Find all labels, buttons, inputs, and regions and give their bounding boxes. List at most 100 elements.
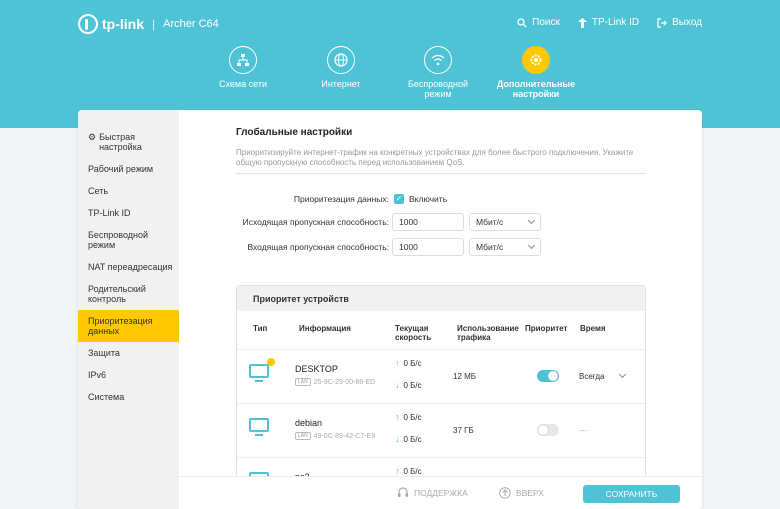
- nav-advanced[interactable]: Дополнительные настройки: [496, 46, 576, 99]
- header-bar: tp-link | Archer C64 Поиск TP-Link ID Вы…: [0, 0, 780, 128]
- download-speed-value: 0 Б/с: [403, 434, 422, 444]
- traffic-usage: 37 ГБ: [453, 426, 474, 435]
- arrow-down-icon: ↓: [395, 434, 400, 444]
- lan-badge: LAN: [295, 378, 311, 386]
- main-nav: Схема сети Интернет Беспроводной режим Д…: [0, 46, 780, 116]
- arrow-up-icon: ↑: [395, 466, 400, 476]
- globe-icon: [327, 46, 355, 74]
- search-label: Поиск: [532, 17, 560, 28]
- headset-icon: [398, 487, 408, 497]
- back-to-top-link[interactable]: ВВЕРХ: [499, 487, 544, 499]
- priority-label: Приоритезация данных:: [293, 194, 389, 204]
- time-value: ---: [579, 426, 587, 435]
- sidebar-item-system[interactable]: Система: [78, 386, 179, 408]
- network-map-icon: [229, 46, 257, 74]
- nav-label: Схема сети: [219, 79, 267, 89]
- save-button[interactable]: СОХРАНИТЬ: [583, 485, 680, 503]
- brand-name: tp-link: [102, 16, 144, 32]
- sidebar-item-network[interactable]: Сеть: [78, 180, 179, 202]
- chevron-down-icon: [527, 216, 536, 225]
- chevron-down-icon: [527, 241, 536, 250]
- tplink-logo-icon: [78, 14, 98, 34]
- col-info: Информация: [299, 324, 351, 333]
- wifi-icon: [424, 46, 452, 74]
- nav-label: Дополнительные настройки: [496, 79, 576, 99]
- sidebar-item-qos[interactable]: Приоритезация данных: [78, 310, 179, 342]
- sidebar: ⚙ Быстрая настройка Рабочий режим Сеть T…: [78, 110, 179, 509]
- arrow-down-icon: ↓: [395, 380, 400, 390]
- download-speed-value: 0 Б/с: [403, 380, 422, 390]
- sidebar-item-operation-mode[interactable]: Рабочий режим: [78, 158, 179, 180]
- priority-toggle[interactable]: [537, 370, 559, 382]
- col-priority: Приоритет: [525, 324, 568, 333]
- enable-label: Включить: [409, 194, 448, 204]
- toggle-knob: [538, 425, 548, 435]
- upload-unit-value: Мбит/с: [476, 217, 504, 227]
- upload-unit-select[interactable]: Мбит/с: [469, 213, 541, 231]
- gear-small-icon: ⚙: [88, 132, 97, 142]
- model-name: Archer C64: [163, 18, 219, 30]
- traffic-usage: 12 МБ: [453, 372, 477, 381]
- tplink-id-icon: [577, 17, 587, 28]
- arrow-up-icon: ↑: [395, 358, 400, 368]
- desktop-icon: [249, 364, 269, 382]
- upload-label: Исходящая пропускная способность:: [242, 217, 389, 227]
- arrow-up-circle-icon: [499, 487, 511, 499]
- nav-label: Интернет: [321, 79, 361, 89]
- chevron-down-icon[interactable]: [618, 370, 627, 379]
- enable-checkbox[interactable]: ✓: [394, 194, 404, 204]
- device-mac: LAN 25-9C-29-00-88-ED: [295, 378, 375, 386]
- desktop-icon: [249, 418, 269, 436]
- download-speed: ↓ 0 Б/с: [395, 380, 422, 390]
- toggle-knob: [548, 371, 558, 381]
- divider: [236, 173, 646, 174]
- table-row: debian LAN 49-0C-89-42-C7-E9 ↑ 0 Б/с ↓ 0…: [237, 403, 645, 457]
- nav-active-pointer: [530, 120, 546, 128]
- logout-icon: [657, 17, 667, 28]
- star-badge-icon: [267, 358, 275, 366]
- upload-speed-value: 0 Б/с: [403, 358, 422, 368]
- brand[interactable]: tp-link | Archer C64: [78, 14, 219, 34]
- nav-wireless[interactable]: Беспроводной режим: [398, 46, 478, 99]
- upload-speed: ↑ 0 Б/с: [395, 466, 422, 476]
- logout-link[interactable]: Выход: [657, 17, 702, 28]
- support-label: ПОДДЕРЖКА: [414, 488, 468, 498]
- mac-value: 49-0C-89-42-C7-E9: [313, 432, 376, 440]
- upload-speed-value: 0 Б/с: [403, 466, 422, 476]
- section-title: Глобальные настройки: [236, 127, 353, 138]
- arrow-up-icon: ↑: [395, 412, 400, 422]
- top-links: Поиск TP-Link ID Выход: [517, 17, 702, 28]
- tplink-id-label: TP-Link ID: [591, 17, 640, 28]
- up-label: ВВЕРХ: [516, 488, 544, 498]
- search-icon: [517, 17, 527, 27]
- upload-bandwidth-input[interactable]: 1000: [392, 213, 464, 231]
- sidebar-item-nat[interactable]: NAT переадресация: [78, 256, 179, 278]
- download-unit-value: Мбит/с: [476, 242, 504, 252]
- search-link[interactable]: Поиск: [517, 17, 560, 28]
- brand-separator: |: [152, 17, 156, 31]
- table-title: Приоритет устройств: [237, 286, 645, 311]
- download-label: Входящая пропускная способность:: [247, 242, 389, 252]
- nav-internet[interactable]: Интернет: [301, 46, 381, 89]
- mac-value: 25-9C-29-00-88-ED: [313, 378, 376, 386]
- sidebar-item-quick-setup[interactable]: ⚙ Быстрая настройка: [78, 126, 179, 158]
- lan-badge: LAN: [295, 432, 311, 440]
- section-description: Приоритизируйте интернет-трафик на конкр…: [236, 148, 634, 167]
- footer-bar: ПОДДЕРЖКА ВВЕРХ СОХРАНИТЬ: [179, 476, 702, 509]
- sidebar-item-parental[interactable]: Родительский контроль: [78, 278, 179, 310]
- content-area: Глобальные настройки Приоритизируйте инт…: [179, 110, 702, 509]
- main-panel: ⚙ Быстрая настройка Рабочий режим Сеть T…: [78, 110, 702, 509]
- upload-speed: ↑ 0 Б/с: [395, 358, 422, 368]
- priority-toggle[interactable]: [537, 424, 559, 436]
- col-usage: Использование трафика: [457, 324, 519, 342]
- download-bandwidth-input[interactable]: 1000: [392, 238, 464, 256]
- nav-network-map[interactable]: Схема сети: [203, 46, 283, 89]
- sidebar-item-tplink-id[interactable]: TP-Link ID: [78, 202, 179, 224]
- sidebar-item-ipv6[interactable]: IPv6: [78, 364, 179, 386]
- support-link[interactable]: ПОДДЕРЖКА: [397, 487, 468, 499]
- upload-speed-value: 0 Б/с: [403, 412, 422, 422]
- sidebar-item-security[interactable]: Защита: [78, 342, 179, 364]
- sidebar-item-wireless[interactable]: Беспроводной режим: [78, 224, 179, 256]
- download-unit-select[interactable]: Мбит/с: [469, 238, 541, 256]
- tplink-id-link[interactable]: TP-Link ID: [577, 17, 640, 28]
